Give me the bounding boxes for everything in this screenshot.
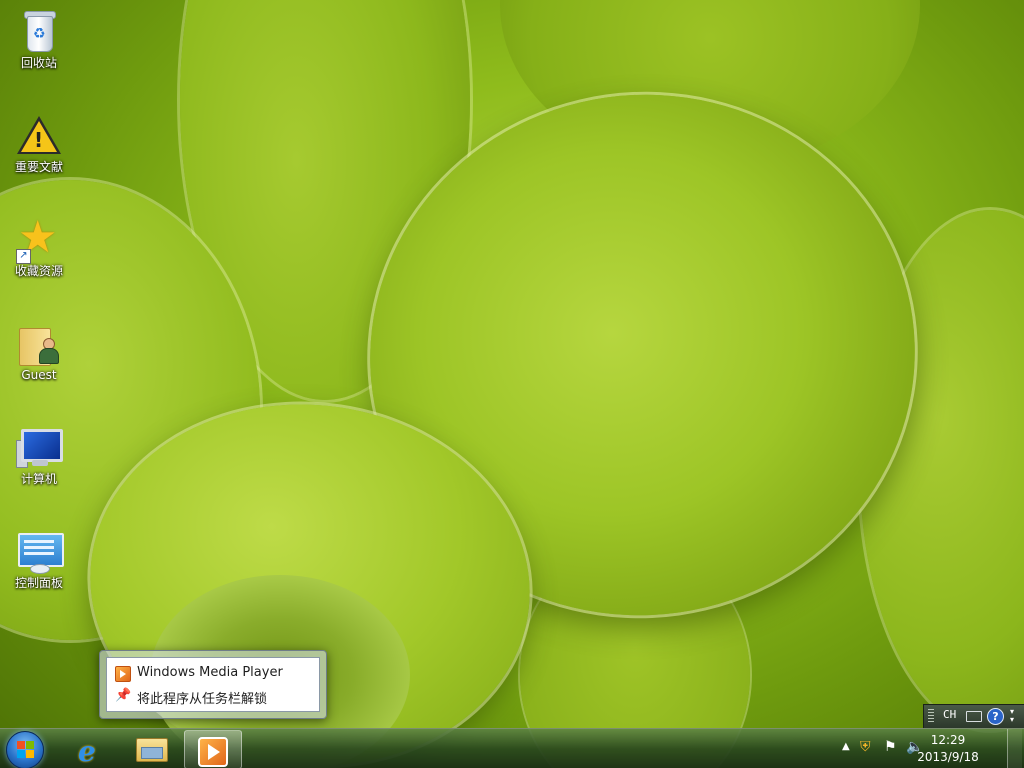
desktop-icon-recycle-bin[interactable]: ♻ 回收站 (4, 4, 74, 94)
desktop-icon-label: 收藏资源 (14, 264, 63, 278)
windows-logo-icon (17, 741, 25, 749)
desktop-icon-computer[interactable]: 计算机 (4, 420, 74, 510)
language-bar-grip[interactable] (928, 709, 934, 723)
internet-explorer-icon: e (78, 735, 96, 768)
jump-list-item-label: Windows Media Player (137, 665, 283, 680)
jump-list-body: Windows Media Player 📌 将此程序从任务栏解锁 (106, 657, 320, 712)
desktop-icon-label: 计算机 (20, 472, 57, 486)
warning-icon: ! (16, 112, 62, 158)
show-desktop-button[interactable] (1007, 729, 1022, 768)
clock-time[interactable]: 12:29 (908, 733, 988, 747)
taskbar: e ▲ ⛨ ⚑ 🔈 12:29 2013/9/18 (0, 728, 1024, 768)
unpin-icon: 📌 (115, 688, 132, 703)
windows-logo-icon (26, 750, 34, 758)
desktop-icon-important-docs[interactable]: ! 重要文献 (4, 108, 74, 198)
language-bar: CH ? ▾ ▾ (923, 704, 1024, 729)
taskbar-button-explorer[interactable] (123, 730, 179, 767)
jump-list-item-label: 将此程序从任务栏解锁 (137, 692, 268, 707)
action-center-flag-icon[interactable]: ⚑ (884, 739, 897, 755)
security-shield-icon[interactable]: ⛨ (860, 739, 871, 755)
jump-list-popup: Windows Media Player 📌 将此程序从任务栏解锁 (99, 650, 327, 719)
show-hidden-icons-button[interactable]: ▲ (842, 741, 850, 752)
system-tray: ▲ ⛨ ⚑ 🔈 12:29 2013/9/18 (824, 729, 1024, 768)
media-player-icon (115, 666, 131, 682)
desktop-icon-label: Guest (21, 368, 57, 382)
media-player-icon (198, 737, 228, 767)
desktop-icon-favorites[interactable]: ★ ↗ 收藏资源 (4, 212, 74, 302)
windows-logo-icon (26, 741, 34, 749)
desktop-icon-guest[interactable]: Guest (4, 316, 74, 406)
jump-list-item-unpin[interactable]: 📌 将此程序从任务栏解锁 (115, 686, 315, 708)
keyboard-icon[interactable] (966, 711, 982, 722)
recycle-bin-icon: ♻ (16, 8, 62, 54)
desktop[interactable]: ♻ 回收站 ! 重要文献 ★ ↗ 收藏资源 Guest 计算机 控制面板 Win… (0, 0, 1024, 768)
star-icon: ★ ↗ (16, 212, 58, 264)
taskbar-button-internet-explorer[interactable]: e (62, 730, 118, 768)
jump-list-item-open-app[interactable]: Windows Media Player (115, 663, 315, 683)
start-button[interactable] (6, 731, 44, 768)
desktop-icon-label: 回收站 (20, 56, 57, 70)
folder-icon (136, 738, 168, 762)
user-folder-icon (16, 320, 62, 366)
control-panel-icon (16, 528, 64, 574)
computer-icon (16, 424, 63, 470)
clock-date[interactable]: 2013/9/18 (908, 750, 988, 764)
desktop-icon-control-panel[interactable]: 控制面板 (4, 524, 74, 614)
language-indicator[interactable]: CH (943, 708, 956, 721)
windows-logo-icon (17, 750, 25, 758)
desktop-icon-label: 重要文献 (14, 160, 63, 174)
language-bar-menu-icon[interactable]: ▾ ▾ (1010, 708, 1014, 724)
help-icon[interactable]: ? (987, 708, 1004, 725)
taskbar-button-media-player[interactable] (184, 730, 242, 768)
desktop-icon-label: 控制面板 (14, 576, 63, 590)
